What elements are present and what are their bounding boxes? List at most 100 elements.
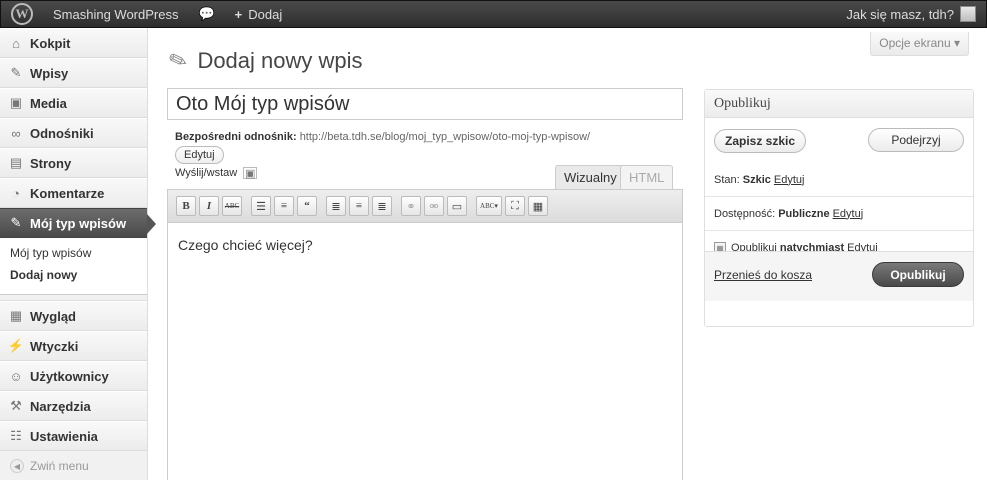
screen-options-label: Opcje ekranu (879, 36, 951, 50)
align-right-icon[interactable]: ≣ (372, 196, 392, 216)
italic-icon[interactable]: I (199, 196, 219, 216)
insert-link-icon[interactable]: ⚭ (401, 196, 421, 216)
preview-button[interactable]: Podejrzyj (868, 128, 964, 152)
publish-heading: Opublikuj (705, 90, 973, 118)
comments-button[interactable]: 💬 (188, 1, 224, 27)
pages-icon: ▤ (9, 155, 23, 170)
submenu-item-add-new[interactable]: Dodaj nowy (0, 264, 147, 286)
comment-bubble-icon: 💬 (198, 6, 215, 21)
post-title-input[interactable] (167, 88, 683, 120)
sidebar-item-label: Ustawienia (30, 428, 98, 444)
site-name-link[interactable]: Smashing WordPress (43, 1, 188, 27)
spellcheck-icon[interactable]: ABC▾ (476, 196, 502, 216)
bullet-list-icon[interactable]: ☰ (251, 196, 271, 216)
editor-toolbar: B I ABC ☰ ≡ “ ≣ ≡ ≣ ⚭ ⚮ ▭ ABC▾ ⛶ ▦ (168, 190, 682, 223)
appearance-icon: ▦ (9, 308, 23, 323)
user-account-menu[interactable]: Jak się masz, tdh? (836, 1, 986, 27)
pushpin-icon: ✎ (10, 215, 22, 230)
submenu-my-post-type: Mój typ wpisów Dodaj nowy (0, 238, 147, 295)
tab-visual[interactable]: Wizualny (555, 165, 626, 189)
collapse-menu-button[interactable]: ◀ Zwiń menu (0, 451, 147, 480)
users-icon: ☺ (9, 368, 23, 384)
submenu-item-all[interactable]: Mój typ wpisów (0, 242, 147, 264)
pushpin-icon: ✎ (165, 45, 191, 76)
editor-content[interactable]: Czego chcieć więcej? (168, 223, 682, 267)
admin-bar: W Smashing WordPress 💬 + Dodaj Jak się m… (0, 0, 987, 28)
numbered-list-icon[interactable]: ≡ (274, 196, 294, 216)
publish-footer: Przenieś do kosza Opublikuj (705, 251, 973, 301)
upload-insert-row: Wyślij/wstaw ▣ (175, 167, 258, 180)
sidebar-item-posts[interactable]: ✎ Wpisy (0, 58, 147, 88)
bold-icon[interactable]: B (176, 196, 196, 216)
screen-options-button[interactable]: Opcje ekranu ▾ (870, 32, 969, 56)
sidebar-item-pages[interactable]: ▤ Strony (0, 148, 147, 178)
permalink-edit-button[interactable]: Edytuj (175, 146, 224, 164)
publish-actions: Zapisz szkic Podejrzyj (705, 118, 973, 163)
content-editor: B I ABC ☰ ≡ “ ≣ ≡ ≣ ⚭ ⚮ ▭ ABC▾ ⛶ ▦ Czego… (167, 189, 683, 480)
main-content: Opcje ekranu ▾ ✎ Dodaj nowy wpis Bezpośr… (149, 28, 987, 480)
plus-icon: + (234, 6, 243, 22)
strikethrough-icon[interactable]: ABC (222, 196, 242, 216)
status-edit-link[interactable]: Edytuj (774, 174, 805, 186)
align-center-icon[interactable]: ≡ (349, 196, 369, 216)
sidebar-item-settings[interactable]: ☷ Ustawienia (0, 421, 147, 451)
fullscreen-icon[interactable]: ⛶ (505, 196, 525, 216)
unlink-icon[interactable]: ⚮ (424, 196, 444, 216)
sidebar-item-comments[interactable]: ◔ Komentarze (0, 178, 147, 208)
settings-icon: ☷ (10, 428, 22, 443)
add-media-icon[interactable]: ▣ (243, 167, 258, 180)
sidebar-item-label: Komentarze (30, 185, 105, 201)
wordpress-logo-button[interactable]: W (1, 1, 43, 27)
kitchen-sink-icon[interactable]: ▦ (528, 196, 548, 216)
sidebar-item-appearance[interactable]: ▦ Wygląd (0, 301, 147, 331)
align-left-icon[interactable]: ≣ (326, 196, 346, 216)
chevron-down-icon: ▾ (953, 36, 960, 50)
page-title: ✎ Dodaj nowy wpis (165, 46, 363, 76)
move-to-trash-link[interactable]: Przenieś do kosza (714, 268, 812, 282)
comments-icon: ◔ (12, 185, 20, 201)
add-new-label: Dodaj (248, 6, 283, 22)
permalink-url[interactable]: http://beta.tdh.se/blog/moj_typ_wpisow/o… (300, 131, 590, 143)
sidebar-item-label: Mój typ wpisów (30, 215, 127, 231)
permalink-label: Bezpośredni odnośnik: (175, 131, 297, 143)
tab-html[interactable]: HTML (620, 165, 674, 189)
media-icon: ▣ (9, 95, 23, 110)
admin-sidebar: ⌂ Kokpit ✎ Wpisy ▣ Media ∞ Odnośniki ▤ S… (0, 28, 156, 480)
collapse-arrow-icon: ◀ (10, 459, 24, 473)
plugins-icon: ⚡ (7, 338, 25, 353)
sidebar-item-label: Kokpit (30, 35, 71, 51)
sidebar-item-dashboard[interactable]: ⌂ Kokpit (0, 28, 147, 58)
sidebar-item-label: Media (30, 95, 67, 111)
status-row: Stan: Szkic Edytuj (705, 163, 973, 197)
sidebar-item-plugins[interactable]: ⚡ Wtyczki (0, 331, 147, 361)
insert-more-icon[interactable]: ▭ (447, 196, 467, 216)
visibility-value: Publiczne (778, 207, 830, 220)
pushpin-icon: ✎ (10, 65, 22, 80)
page-title-text: Dodaj nowy wpis (197, 48, 363, 73)
add-new-button[interactable]: + Dodaj (225, 1, 293, 27)
visibility-row: Dostępność: Publiczne Edytuj (705, 197, 973, 231)
sidebar-item-label: Wpisy (30, 65, 69, 81)
sidebar-item-links[interactable]: ∞ Odnośniki (0, 118, 147, 148)
avatar (960, 6, 976, 22)
sidebar-item-label: Narzędzia (30, 398, 91, 414)
wordpress-logo-icon: W (11, 3, 33, 25)
sidebar-item-my-post-type[interactable]: ✎ Mój typ wpisów (0, 208, 156, 238)
greeting-text: Jak się masz, tdh? (846, 6, 954, 22)
save-draft-button[interactable]: Zapisz szkic (714, 129, 806, 153)
sidebar-item-label: Wygląd (30, 308, 76, 324)
collapse-menu-label: Zwiń menu (30, 459, 89, 473)
tools-icon: ⚒ (10, 398, 22, 413)
blockquote-icon[interactable]: “ (297, 196, 317, 216)
visibility-label: Dostępność: (714, 207, 776, 220)
permalink: Bezpośredni odnośnik: http://beta.tdh.se… (175, 130, 590, 164)
publish-button[interactable]: Opublikuj (872, 262, 964, 287)
sidebar-item-users[interactable]: ☺ Użytkownicy (0, 361, 147, 391)
links-icon: ∞ (11, 125, 21, 141)
sidebar-item-label: Strony (30, 155, 72, 171)
sidebar-item-media[interactable]: ▣ Media (0, 88, 147, 118)
visibility-edit-link[interactable]: Edytuj (833, 208, 864, 220)
sidebar-item-tools[interactable]: ⚒ Narzędzia (0, 391, 147, 421)
sidebar-item-label: Wtyczki (30, 338, 79, 354)
upload-insert-label: Wyślij/wstaw (175, 167, 238, 179)
